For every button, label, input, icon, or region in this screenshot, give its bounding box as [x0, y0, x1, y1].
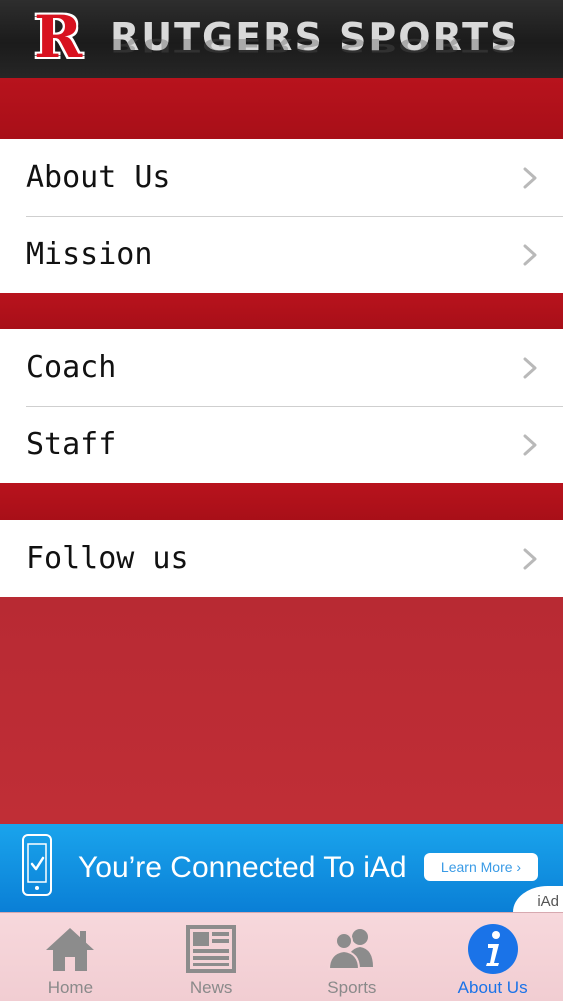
app-header: R RUTGERS SPORTS RUTGERS SPORTS	[0, 0, 563, 78]
tab-label: News	[189, 978, 233, 997]
menu-group-3: Follow us	[0, 520, 563, 597]
info-icon	[467, 924, 518, 974]
chevron-right-icon	[523, 434, 537, 456]
menu-item-staff[interactable]: Staff	[0, 406, 563, 483]
app-title-reflection: RUTGERS SPORTS	[110, 34, 520, 57]
tab-about-us[interactable]: About Us	[422, 913, 563, 1001]
menu-item-label: Follow us	[26, 541, 189, 576]
menu-item-label: Mission	[26, 237, 153, 272]
section-spacer	[0, 483, 563, 520]
home-icon	[46, 928, 95, 971]
tab-home[interactable]: Home	[0, 913, 141, 1001]
tab-label: About Us	[457, 978, 528, 997]
chevron-right-icon	[523, 548, 537, 570]
menu-item-coach[interactable]: Coach	[0, 329, 563, 406]
iad-banner[interactable]: You’re Connected To iAd Learn More › iAd	[0, 824, 563, 912]
menu-item-label: Staff	[26, 427, 117, 462]
tab-sports[interactable]: Sports	[282, 913, 423, 1001]
news-icon	[186, 925, 237, 973]
menu-item-mission[interactable]: Mission	[0, 216, 563, 293]
ad-tag: iAd	[537, 893, 559, 910]
section-spacer	[0, 293, 563, 329]
learn-more-button[interactable]: Learn More ›	[424, 853, 538, 881]
people-icon	[327, 929, 373, 970]
menu-item-follow-us[interactable]: Follow us	[0, 520, 563, 597]
chevron-right-icon	[523, 357, 537, 379]
tab-bar: Home News Sports About Us	[0, 912, 563, 1001]
chevron-right-icon	[523, 167, 537, 189]
tab-label: Home	[47, 978, 94, 997]
chevron-right-icon	[523, 244, 537, 266]
menu-group-1: About Us Mission	[0, 139, 563, 293]
menu-item-label: Coach	[26, 350, 117, 385]
tab-label: Sports	[327, 978, 377, 997]
phone-check-icon	[22, 834, 52, 896]
menu-item-label: About Us	[26, 160, 171, 195]
section-spacer	[0, 78, 563, 139]
ad-message: You’re Connected To iAd	[78, 851, 407, 884]
menu-item-about-us[interactable]: About Us	[0, 139, 563, 216]
tab-news[interactable]: News	[141, 913, 282, 1001]
content-background	[0, 597, 563, 825]
menu-group-2: Coach Staff	[0, 329, 563, 483]
rutgers-logo: R	[34, 3, 83, 71]
